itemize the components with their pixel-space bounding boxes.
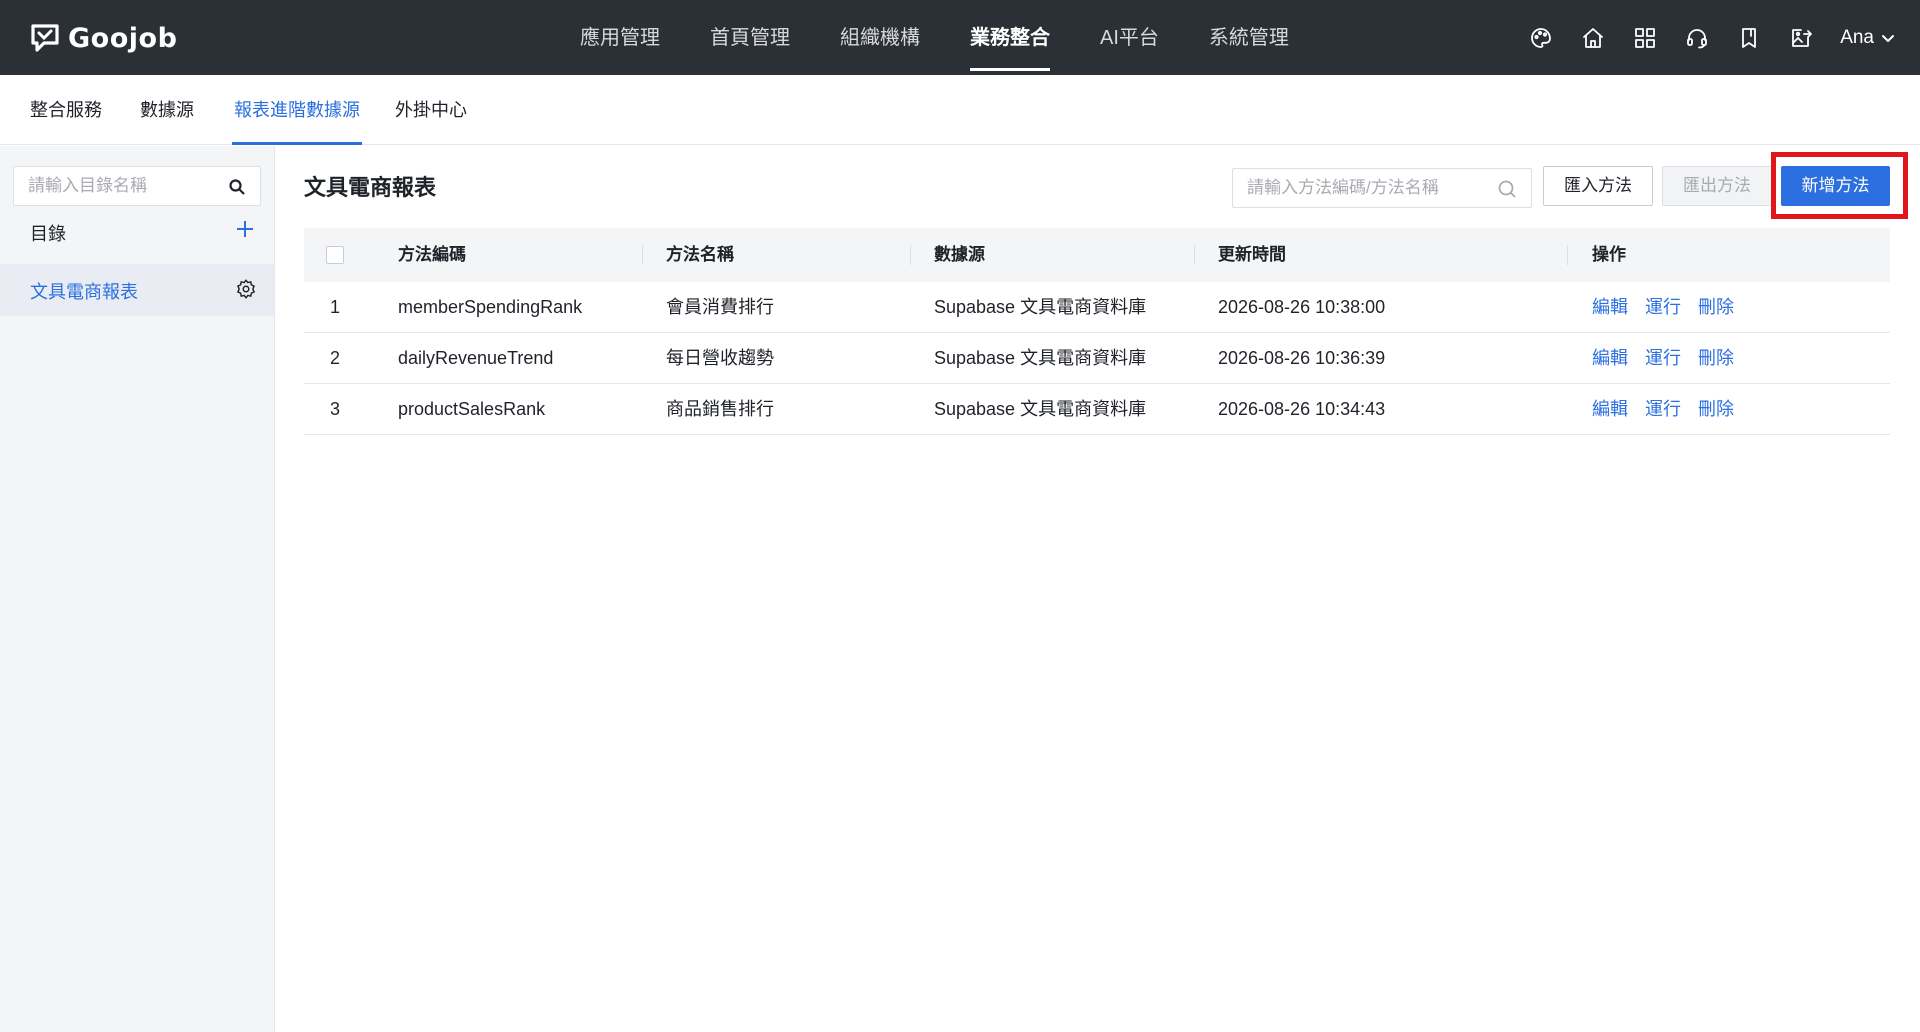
user-name: Ana bbox=[1840, 26, 1874, 48]
directory-sidebar: 目錄 文具電商報表 bbox=[0, 146, 275, 1032]
support-headset-icon[interactable] bbox=[1684, 25, 1710, 51]
column-divider bbox=[642, 245, 643, 265]
delete-link[interactable]: 刪除 bbox=[1698, 282, 1734, 333]
page-title: 文具電商報表 bbox=[304, 175, 437, 200]
run-link[interactable]: 運行 bbox=[1645, 282, 1681, 333]
nav-item-app-management[interactable]: 應用管理 bbox=[580, 0, 660, 75]
logo-chat-icon bbox=[31, 24, 59, 52]
updated-time: 2026-08-26 10:38:00 bbox=[1218, 297, 1386, 317]
directory-label: 目錄 bbox=[30, 224, 66, 244]
tab-report-advanced-data-source[interactable]: 報表進階數據源 bbox=[232, 75, 362, 145]
column-header-code: 方法編碼 bbox=[398, 245, 466, 264]
gear-icon[interactable] bbox=[235, 278, 257, 300]
delete-link[interactable]: 刪除 bbox=[1698, 333, 1734, 384]
tab-data-sources[interactable]: 數據源 bbox=[140, 75, 194, 145]
add-method-button[interactable]: 新增方法 bbox=[1781, 166, 1890, 206]
select-all-checkbox[interactable] bbox=[326, 246, 344, 264]
edit-link[interactable]: 編輯 bbox=[1592, 384, 1628, 435]
export-method-button[interactable]: 匯出方法 bbox=[1662, 166, 1772, 206]
tab-plugin-center[interactable]: 外掛中心 bbox=[395, 75, 467, 145]
brand-name: Goojob bbox=[68, 22, 178, 54]
row-index: 2 bbox=[330, 348, 341, 368]
run-link[interactable]: 運行 bbox=[1645, 384, 1681, 435]
method-name: 每日營收趨勢 bbox=[666, 348, 774, 368]
user-menu[interactable]: Ana bbox=[1840, 27, 1896, 49]
row-index: 1 bbox=[330, 297, 341, 317]
table-row: 2 dailyRevenueTrend 每日營收趨勢 Supabase 文具電商… bbox=[304, 333, 1890, 384]
row-index: 3 bbox=[330, 399, 341, 419]
column-divider bbox=[1194, 245, 1195, 265]
column-header-name: 方法名稱 bbox=[666, 245, 734, 264]
chevron-down-icon bbox=[1882, 34, 1894, 42]
tab-integration-services[interactable]: 整合服務 bbox=[30, 75, 102, 145]
bookmark-icon[interactable] bbox=[1736, 25, 1762, 51]
nav-item-system-management[interactable]: 系統管理 bbox=[1209, 0, 1289, 75]
table-header: 方法編碼 方法名稱 數據源 更新時間 操作 bbox=[304, 228, 1890, 282]
home-icon[interactable] bbox=[1580, 25, 1606, 51]
palette-icon[interactable] bbox=[1528, 25, 1554, 51]
method-code: memberSpendingRank bbox=[398, 297, 583, 317]
nav-item-business-integration[interactable]: 業務整合 bbox=[970, 0, 1050, 75]
method-code: productSalesRank bbox=[398, 399, 546, 419]
column-divider bbox=[910, 245, 911, 265]
search-icon[interactable] bbox=[228, 178, 246, 196]
directory-item-label: 文具電商報表 bbox=[30, 282, 138, 302]
updated-time: 2026-08-26 10:34:43 bbox=[1218, 399, 1386, 419]
top-navbar: Goojob 應用管理 首頁管理 組織機構 業務整合 AI平台 系統管理 Ana bbox=[0, 0, 1920, 75]
method-name: 會員消費排行 bbox=[666, 297, 774, 317]
edit-link[interactable]: 編輯 bbox=[1592, 282, 1628, 333]
method-name: 商品銷售排行 bbox=[666, 399, 774, 419]
column-header-updated: 更新時間 bbox=[1218, 245, 1286, 264]
methods-table: 方法編碼 方法名稱 數據源 更新時間 操作 1 memberSpendingRa… bbox=[304, 228, 1890, 435]
delete-link[interactable]: 刪除 bbox=[1698, 384, 1734, 435]
nav-item-organization[interactable]: 組織機構 bbox=[840, 0, 920, 75]
data-source: Supabase 文具電商資料庫 bbox=[934, 399, 1147, 419]
directory-search-input[interactable] bbox=[14, 167, 214, 205]
data-source: Supabase 文具電商資料庫 bbox=[934, 297, 1147, 317]
data-source: Supabase 文具電商資料庫 bbox=[934, 348, 1147, 368]
add-directory-icon[interactable] bbox=[234, 218, 256, 240]
search-icon[interactable] bbox=[1497, 179, 1517, 199]
column-header-actions: 操作 bbox=[1592, 245, 1626, 264]
method-code: dailyRevenueTrend bbox=[398, 348, 554, 368]
top-toolbar: Ana bbox=[1502, 0, 1896, 75]
run-link[interactable]: 運行 bbox=[1645, 333, 1681, 384]
apps-grid-icon[interactable] bbox=[1632, 25, 1658, 51]
updated-time: 2026-08-26 10:36:39 bbox=[1218, 348, 1386, 368]
nav-item-ai-platform[interactable]: AI平台 bbox=[1100, 0, 1159, 75]
main-nav: 應用管理 首頁管理 組織機構 業務整合 AI平台 系統管理 bbox=[580, 0, 1339, 75]
column-header-source: 數據源 bbox=[934, 245, 985, 264]
export-image-icon[interactable] bbox=[1788, 25, 1814, 51]
method-search-input[interactable] bbox=[1233, 169, 1483, 207]
method-search bbox=[1232, 168, 1532, 208]
brand-logo[interactable]: Goojob bbox=[30, 18, 177, 58]
directory-item-stationery-report[interactable]: 文具電商報表 bbox=[0, 264, 274, 316]
edit-link[interactable]: 編輯 bbox=[1592, 333, 1628, 384]
table-row: 3 productSalesRank 商品銷售排行 Supabase 文具電商資… bbox=[304, 384, 1890, 435]
sub-tabs: 整合服務 數據源 報表進階數據源 外掛中心 bbox=[0, 75, 1920, 145]
column-divider bbox=[1567, 245, 1568, 265]
directory-search bbox=[13, 166, 261, 206]
import-method-button[interactable]: 匯入方法 bbox=[1543, 166, 1653, 206]
nav-item-homepage-management[interactable]: 首頁管理 bbox=[710, 0, 790, 75]
table-row: 1 memberSpendingRank 會員消費排行 Supabase 文具電… bbox=[304, 282, 1890, 333]
